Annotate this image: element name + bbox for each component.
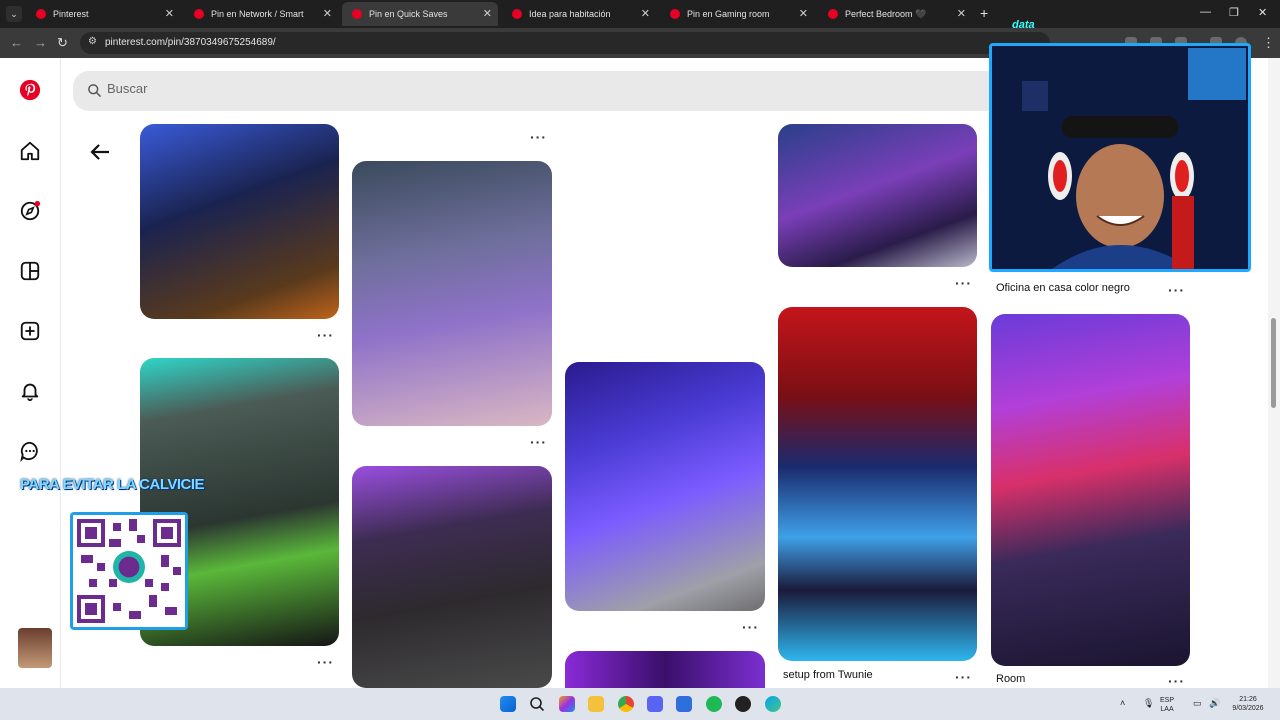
back-arrow-icon[interactable]	[88, 140, 112, 164]
pin-options-icon[interactable]: ···	[955, 669, 972, 685]
pinterest-favicon-icon	[670, 9, 680, 19]
copilot-icon[interactable]	[559, 696, 575, 712]
browser-tab-strip: ⌄ Pinterest ✕ Pin en Network / Smart ✕ P…	[0, 0, 1280, 28]
boards-icon[interactable]	[19, 260, 41, 282]
pin-image[interactable]	[565, 362, 765, 611]
close-window-icon[interactable]: ✕	[1258, 6, 1267, 19]
search-input[interactable]	[107, 81, 707, 96]
spotify-icon[interactable]	[706, 696, 722, 712]
pin-image[interactable]	[778, 307, 977, 661]
close-tab-icon[interactable]: ✕	[483, 7, 492, 20]
tab-idea-habitacion[interactable]: Idea para habitación ✕	[502, 2, 656, 26]
close-tab-icon[interactable]: ✕	[957, 7, 966, 20]
tab-perfect-bedroom[interactable]: Perfect Bedroom 🖤 ✕	[818, 2, 972, 26]
discord-icon[interactable]	[647, 696, 663, 712]
microphone-icon[interactable]: 🎙	[1143, 699, 1154, 708]
streamer-picture	[992, 46, 1248, 269]
pinterest-favicon-icon	[194, 9, 204, 19]
pin-options-icon[interactable]: ···	[1168, 673, 1185, 689]
pin-options-icon[interactable]: ···	[530, 129, 547, 145]
pin-options-icon[interactable]: ···	[1168, 282, 1185, 298]
pinterest-favicon-icon	[828, 9, 838, 19]
language-indicator[interactable]: ESP LAA	[1160, 696, 1174, 714]
pin-options-icon[interactable]: ···	[742, 619, 759, 635]
pin-options-icon[interactable]: ···	[317, 327, 334, 343]
pinterest-favicon-icon	[36, 9, 46, 19]
stream-caption: PARA EVITAR LA CALVICIE	[20, 476, 205, 493]
tab-gaming-room[interactable]: Pin en Gaming room ✕	[660, 2, 814, 26]
url-field[interactable]: ⚙ pinterest.com/pin/3870349675254689/	[80, 32, 1050, 54]
close-tab-icon[interactable]: ✕	[641, 7, 650, 20]
search-icon	[88, 84, 101, 97]
avatar	[18, 628, 52, 668]
notifications-bell-icon[interactable]	[19, 380, 41, 402]
menu-kebab-icon[interactable]: ⋮	[1262, 35, 1275, 51]
pin-image[interactable]	[140, 124, 339, 319]
search-bar[interactable]	[73, 71, 1073, 111]
tab-network-smart[interactable]: Pin en Network / Smart ✕	[184, 2, 338, 26]
pin-image[interactable]	[565, 651, 765, 691]
pin-options-icon[interactable]: ···	[530, 434, 547, 450]
tab-pinterest[interactable]: Pinterest ✕	[26, 2, 180, 26]
home-icon[interactable]	[19, 140, 41, 162]
close-tab-icon[interactable]: ✕	[323, 7, 332, 20]
windows-taskbar: ˄ ESP LAA 🎙 ▭ 🔊 21:26 9/03/2026	[0, 688, 1280, 720]
obs-icon[interactable]	[735, 696, 751, 712]
pin-image[interactable]	[352, 161, 552, 426]
clock[interactable]: 21:26 9/03/2026	[1228, 695, 1268, 713]
pin-options-icon[interactable]: ···	[317, 654, 334, 670]
tray-chevron-icon[interactable]: ˄	[1120, 699, 1125, 708]
tab-list-button[interactable]: ⌄	[6, 6, 22, 22]
pin-image[interactable]	[991, 314, 1190, 666]
pinterest-sidebar	[0, 58, 61, 688]
file-explorer-icon[interactable]	[588, 696, 604, 712]
windows-start-icon[interactable]	[500, 696, 516, 712]
back-nav-icon[interactable]: ←	[10, 35, 23, 50]
pin-image[interactable]	[352, 466, 552, 688]
pin-image[interactable]	[778, 124, 977, 267]
volume-icon[interactable]: 🔊	[1209, 699, 1220, 708]
new-tab-button[interactable]: +	[980, 5, 988, 21]
network-icon[interactable]: ▭	[1193, 699, 1202, 708]
pinterest-favicon-icon	[512, 9, 522, 19]
reload-icon[interactable]: ↻	[57, 35, 68, 51]
chrome-icon[interactable]	[618, 696, 634, 712]
close-tab-icon[interactable]: ✕	[799, 7, 808, 20]
restore-icon[interactable]: ❐	[1229, 6, 1239, 19]
tab-quick-saves[interactable]: Pin en Quick Saves ✕	[342, 2, 498, 26]
scrollbar-thumb[interactable]	[1271, 318, 1276, 408]
webcam-overlay	[989, 43, 1251, 272]
search-icon[interactable]	[529, 696, 545, 712]
stream-logo: data	[1012, 19, 1035, 31]
pinterest-logo-icon[interactable]	[19, 79, 41, 101]
pin-options-icon[interactable]: ···	[955, 275, 972, 291]
edge-icon[interactable]	[765, 696, 781, 712]
minimize-icon[interactable]: —	[1200, 6, 1211, 18]
forward-nav-icon[interactable]: →	[34, 35, 47, 50]
qr-code	[70, 512, 188, 630]
mail-icon[interactable]	[676, 696, 692, 712]
site-info-icon[interactable]: ⚙	[88, 36, 97, 47]
explore-compass-icon[interactable]	[19, 200, 41, 222]
messages-icon[interactable]	[19, 440, 41, 462]
create-plus-icon[interactable]	[19, 320, 41, 342]
close-tab-icon[interactable]: ✕	[165, 7, 174, 20]
qr-code-icon	[73, 515, 185, 627]
pinterest-favicon-icon	[352, 9, 362, 19]
